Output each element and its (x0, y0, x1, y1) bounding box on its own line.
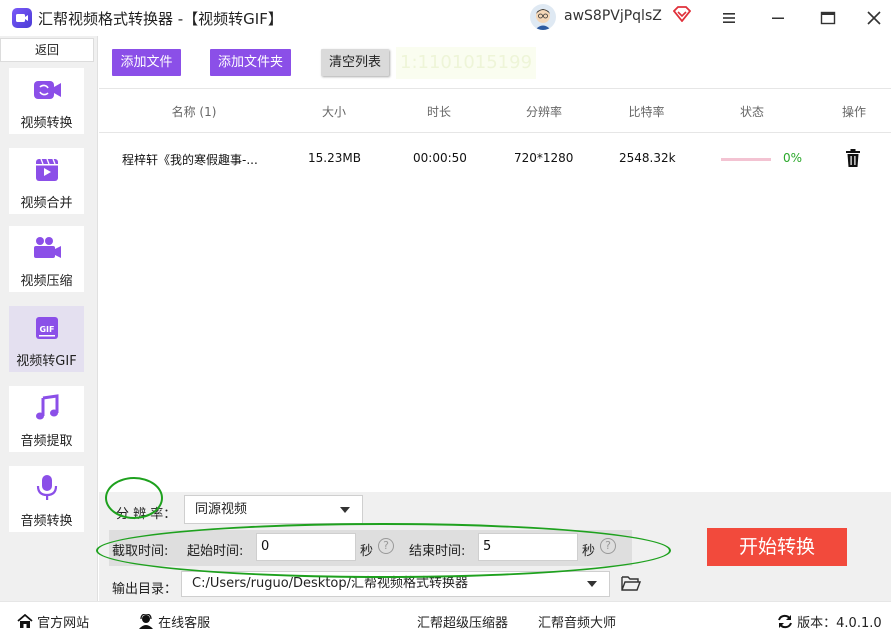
start-seconds-unit: 秒 (360, 544, 374, 559)
file-name-cell: 程梓轩《我的寒假趣事-... (122, 153, 258, 167)
gif-icon: GIF (31, 314, 63, 342)
end-time-input[interactable]: 5 (478, 533, 578, 561)
table-header: 名称 (1) 大小 时长 分辨率 比特率 状态 操作 (99, 88, 891, 133)
end-help-icon[interactable]: ? (600, 538, 616, 554)
column-header-duration: 时长 (426, 105, 451, 119)
start-convert-button[interactable]: 开始转换 (707, 528, 847, 566)
version-info[interactable]: 版本：4.0.1.0 (777, 612, 882, 631)
start-time-label: 起始时间: (187, 544, 244, 559)
official-website-link[interactable]: 官方网站 (17, 612, 89, 631)
sidebar-item-video-to-gif[interactable]: GIF 视频转GIF (9, 306, 84, 372)
online-support-link[interactable]: 在线客服 (138, 612, 210, 631)
sidebar-item-label: 视频转GIF (16, 354, 77, 369)
sidebar-item-label: 音频提取 (20, 434, 73, 449)
video-camera-icon (31, 76, 63, 104)
sidebar-item-video-compress[interactable]: 视频压缩 (9, 226, 84, 292)
clear-list-button[interactable]: 清空列表 (321, 49, 389, 76)
resolution-label: 分 辨 率： (116, 507, 177, 522)
close-icon[interactable] (864, 8, 884, 28)
column-header-resolution: 分辨率 (525, 105, 562, 119)
home-icon (17, 613, 33, 628)
column-header-action: 操作 (841, 105, 866, 119)
sidebar-item-video-merge[interactable]: 视频合并 (9, 148, 84, 214)
vip-diamond-icon[interactable] (672, 6, 692, 26)
sidebar-item-label: 视频转换 (20, 116, 73, 131)
clip-time-label: 截取时间: (112, 544, 169, 559)
delete-trash-icon[interactable] (845, 148, 861, 172)
minimize-icon[interactable] (768, 8, 788, 28)
music-note-icon (31, 394, 63, 422)
chevron-down-icon (587, 581, 597, 587)
back-button[interactable]: 返回 (0, 38, 94, 62)
window-title: 汇帮视频格式转换器 -【视频转GIF】 (38, 10, 283, 28)
maximize-icon[interactable] (818, 8, 838, 28)
column-header-status: 状态 (739, 105, 764, 119)
online-support-label: 在线客服 (158, 616, 211, 631)
output-dir-label: 输出目录： (112, 582, 178, 597)
sidebar-item-label: 音频转换 (20, 514, 73, 529)
start-time-input[interactable]: 0 (256, 533, 356, 561)
column-header-name: 名称 (1) (171, 105, 217, 119)
ghost-watermark-text: 1:1101015199 (396, 47, 536, 79)
sidebar-item-label: 视频合并 (20, 196, 73, 211)
resolution-select-value: 同源视频 (195, 502, 248, 517)
add-file-button[interactable]: 添加文件 (112, 49, 181, 76)
status-bar: 官方网站 在线客服 汇帮超级压缩器 汇帮音频大师 版本：4.0.1.0 (0, 601, 891, 637)
compressor-link[interactable]: 汇帮超级压缩器 (417, 612, 508, 631)
file-table: 名称 (1) 大小 时长 分辨率 比特率 状态 操作 程梓轩《我的寒假趣事-..… (99, 88, 891, 492)
people-camera-icon (31, 234, 63, 262)
username[interactable]: awS8PVjPqlsZ (564, 8, 662, 24)
sidebar-item-audio-extract[interactable]: 音频提取 (9, 386, 84, 452)
progress-percent: 0% (783, 151, 803, 165)
audio-master-link[interactable]: 汇帮音频大师 (538, 612, 616, 631)
refresh-icon (778, 614, 792, 629)
user-avatar[interactable] (530, 4, 556, 30)
output-dir-select[interactable]: C:/Users/ruguo/Desktop/汇帮视频格式转换器 (181, 571, 610, 597)
sidebar-item-audio-convert[interactable]: 音频转换 (9, 466, 84, 532)
resolution-select[interactable]: 同源视频 (184, 495, 363, 524)
film-play-icon (31, 156, 63, 184)
add-folder-button[interactable]: 添加文件夹 (210, 49, 291, 76)
clip-time-group: 截取时间: 起始时间: 0 秒 ? 结束时间: 5 秒 ? (109, 530, 632, 566)
svg-text:GIF: GIF (39, 325, 54, 334)
official-website-label: 官方网站 (37, 616, 90, 631)
file-resolution-cell: 720*1280 (514, 151, 574, 165)
column-header-size: 大小 (321, 105, 346, 119)
folder-open-icon[interactable] (621, 574, 642, 596)
sidebar-item-label: 视频压缩 (20, 274, 73, 289)
progress-bar (721, 158, 771, 161)
version-label: 版本：4.0.1.0 (797, 616, 882, 631)
chevron-down-icon (340, 507, 350, 513)
menu-icon[interactable] (719, 8, 739, 28)
end-time-label: 结束时间: (409, 544, 466, 559)
settings-panel: 分 辨 率： 同源视频 截取时间: 起始时间: 0 秒 ? 结束时间: 5 秒 … (99, 492, 891, 601)
microphone-icon (31, 474, 63, 502)
sidebar-item-video-convert[interactable]: 视频转换 (9, 68, 84, 134)
end-seconds-unit: 秒 (582, 544, 596, 559)
file-bitrate-cell: 2548.32k (619, 151, 676, 165)
sidebar: 返回 视频转换 视频合并 视频压缩 GIF 视频转GIF 音频提取 音频转换 (0, 36, 98, 601)
app-logo-icon (12, 8, 32, 28)
column-header-bitrate: 比特率 (628, 105, 665, 119)
support-person-icon (139, 613, 153, 629)
output-dir-value: C:/Users/ruguo/Desktop/汇帮视频格式转换器 (192, 576, 469, 591)
file-duration-cell: 00:00:50 (413, 151, 467, 165)
file-size-cell: 15.23MB (308, 151, 361, 165)
start-help-icon[interactable]: ? (378, 538, 394, 554)
title-bar: 汇帮视频格式转换器 -【视频转GIF】 awS8PVjPqlsZ (0, 0, 891, 36)
